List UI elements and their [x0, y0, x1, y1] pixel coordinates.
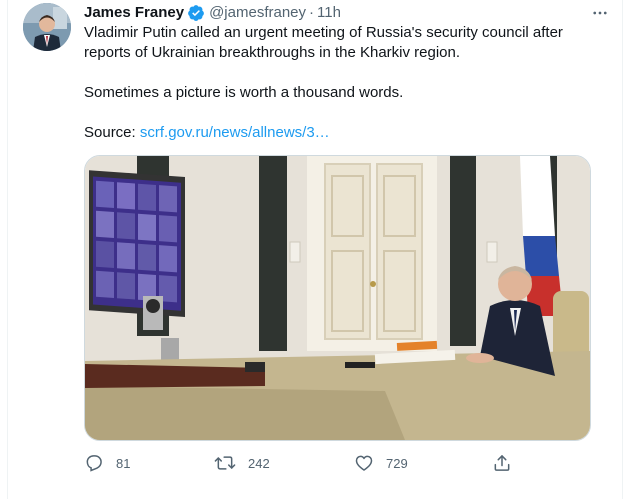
source-label: Source: [84, 124, 136, 141]
reply-icon [86, 455, 102, 472]
reply-count: 81 [116, 455, 131, 471]
timeline-left-border [7, 0, 8, 499]
tweet-header: James Franey @jamesfraney · 11h [84, 3, 341, 23]
tweet-text: Vladimir Putin called an urgent meeting … [84, 23, 604, 143]
share-icon [494, 455, 510, 471]
tweet-timestamp[interactable]: 11h [317, 3, 341, 23]
tweet[interactable]: James Franey @jamesfraney · 11h Vladimir… [23, 0, 613, 499]
tweet-text-line: Sometimes a picture is worth a thousand … [84, 84, 404, 101]
meeting-photo [85, 156, 590, 440]
reply-button[interactable]: 81 [84, 452, 130, 474]
avatar-photo [23, 3, 71, 51]
more-options-icon[interactable] [591, 4, 609, 22]
separator-dot: · [309, 4, 315, 21]
timeline: James Franey @jamesfraney · 11h Vladimir… [0, 0, 632, 499]
tweet-text-line: reports of Ukrainian breakthroughs in th… [84, 44, 461, 61]
tweet-text-line: Vladimir Putin called an urgent meeting … [84, 24, 563, 41]
tweet-source-line: Source: scrf.gov.ru/news/allnews/3… [84, 123, 604, 143]
like-button[interactable]: 729 [354, 452, 408, 474]
tweet-actions-bar: 81 242 729 [84, 452, 524, 474]
retweet-button[interactable]: 242 [214, 452, 270, 474]
avatar[interactable] [23, 3, 71, 51]
retweet-icon [214, 456, 236, 470]
share-button[interactable] [492, 452, 512, 474]
verified-badge-icon [187, 4, 205, 22]
timeline-right-border [622, 0, 623, 499]
author-handle[interactable]: @jamesfraney [209, 3, 306, 23]
like-count: 729 [386, 455, 408, 471]
heart-icon [355, 455, 373, 471]
retweet-count: 242 [248, 455, 270, 471]
author-name[interactable]: James Franey [84, 3, 184, 23]
source-link[interactable]: scrf.gov.ru/news/allnews/3… [140, 124, 330, 141]
tweet-media-photo[interactable] [84, 155, 591, 441]
